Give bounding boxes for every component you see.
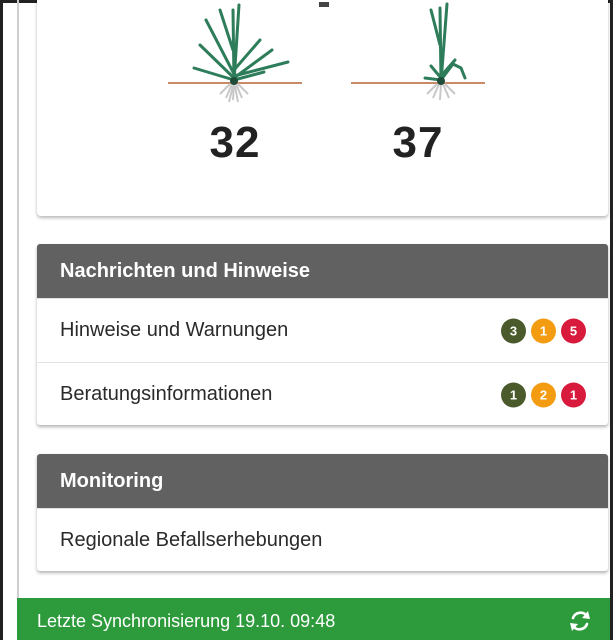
growth-stage-end-value: 37 bbox=[392, 118, 444, 167]
sync-status-bar: Letzte Synchronisierung 19.10. 09:48 bbox=[17, 598, 610, 640]
frame-border-inner bbox=[17, 0, 19, 600]
news-section-card: Nachrichten und Hinweise Hinweise und Wa… bbox=[37, 244, 608, 425]
badge-green: 3 bbox=[501, 318, 526, 343]
badge-green: 1 bbox=[501, 382, 526, 407]
badge-orange: 2 bbox=[531, 382, 556, 407]
advisory-badges: 1 2 1 bbox=[501, 382, 586, 407]
monitoring-section-card: Monitoring Regionale Befallserhebungen bbox=[37, 454, 608, 571]
badge-orange: 1 bbox=[531, 318, 556, 343]
sync-status-text: Letzte Synchronisierung 19.10. 09:48 bbox=[37, 611, 336, 631]
list-item-regional-surveys[interactable]: Regionale Befallserhebungen bbox=[37, 508, 608, 571]
list-item-label: Hinweise und Warnungen bbox=[60, 319, 289, 341]
stage-range-dash bbox=[319, 2, 329, 7]
growth-stage-end: 37 bbox=[343, 0, 493, 167]
plant-stage-icon bbox=[351, 2, 485, 101]
growth-stage-card[interactable]: 32 37 bbox=[37, 0, 608, 216]
list-item-label: Beratungsinformationen bbox=[60, 383, 273, 405]
sync-icon[interactable] bbox=[566, 607, 594, 635]
app-screen: 32 37 Nachrichten und Hinweise Hinweise … bbox=[0, 0, 613, 640]
growth-stage-start: 32 bbox=[160, 0, 310, 167]
growth-stage-start-value: 32 bbox=[209, 118, 261, 167]
warning-badges: 3 1 5 bbox=[501, 318, 586, 343]
frame-border-left bbox=[0, 0, 3, 640]
plant-stage-icon bbox=[168, 3, 302, 103]
list-item-label: Regionale Befallserhebungen bbox=[60, 529, 323, 551]
monitoring-section-title: Monitoring bbox=[37, 454, 608, 508]
list-item-advisory[interactable]: Beratungsinformationen 1 2 1 bbox=[37, 362, 608, 425]
list-item-warnings[interactable]: Hinweise und Warnungen 3 1 5 bbox=[37, 298, 608, 362]
badge-red: 5 bbox=[561, 318, 586, 343]
badge-red: 1 bbox=[561, 382, 586, 407]
news-section-title: Nachrichten und Hinweise bbox=[37, 244, 608, 298]
